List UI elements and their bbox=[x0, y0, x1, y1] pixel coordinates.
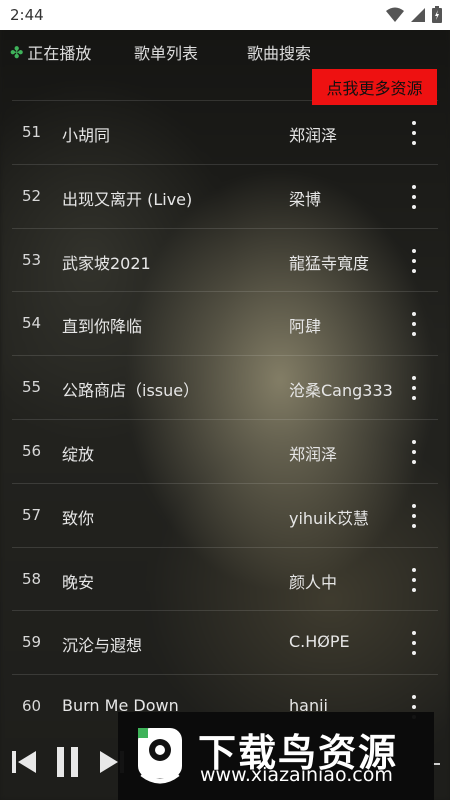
song-index: 55 bbox=[22, 378, 42, 397]
song-title: 晚安 bbox=[62, 572, 95, 592]
song-index: 56 bbox=[22, 441, 42, 460]
previous-icon[interactable] bbox=[10, 748, 38, 776]
song-title: 公路商店（issue） bbox=[62, 381, 200, 401]
song-title: 致你 bbox=[62, 508, 95, 528]
more-resources-button[interactable]: 点我更多资源 bbox=[312, 69, 437, 105]
song-row[interactable]: 55 公路商店（issue） 沧桑Cang333 bbox=[12, 355, 438, 419]
status-icons bbox=[386, 6, 442, 23]
song-index: 60 bbox=[22, 697, 42, 716]
more-vert-icon[interactable] bbox=[404, 312, 424, 337]
song-index: 57 bbox=[22, 505, 42, 524]
tab-song-search[interactable]: 歌曲搜索 bbox=[247, 40, 311, 64]
song-title: 沉沦与遐想 bbox=[62, 636, 143, 656]
battery-icon bbox=[432, 6, 442, 23]
song-title: 出现又离开 (Live) bbox=[62, 189, 193, 209]
watermark-banner: 下载鸟资源 www.xiazainiao.com bbox=[118, 712, 434, 800]
more-vert-icon[interactable] bbox=[404, 184, 424, 209]
song-title: 小胡同 bbox=[62, 126, 111, 145]
song-row[interactable]: 53 武家坡2021 龍猛寺寬度 bbox=[12, 227, 438, 292]
watermark-url: www.xiazainiao.com bbox=[200, 764, 393, 786]
song-artist: C.HØPE bbox=[289, 632, 350, 652]
wifi-icon bbox=[386, 7, 404, 22]
song-row[interactable]: 56 绽放 郑润泽 bbox=[12, 418, 438, 483]
song-index: 58 bbox=[22, 569, 42, 588]
song-row[interactable]: 58 晚安 颜人中 bbox=[12, 546, 438, 611]
more-vert-icon[interactable] bbox=[404, 567, 424, 592]
song-index: 51 bbox=[22, 123, 42, 141]
song-index: 53 bbox=[22, 250, 42, 269]
more-vert-icon[interactable] bbox=[404, 121, 424, 145]
status-time: 2:44 bbox=[10, 6, 44, 24]
song-title: 直到你降临 bbox=[62, 317, 143, 337]
playback-controls bbox=[10, 740, 126, 784]
tab-now-playing[interactable]: ✤ 正在播放 bbox=[10, 40, 91, 64]
song-artist: 龍猛寺寬度 bbox=[289, 253, 370, 273]
song-row[interactable]: 59 沉沦与遐想 C.HØPE bbox=[12, 610, 438, 674]
song-artist: 颜人中 bbox=[289, 572, 338, 592]
song-title: 绽放 bbox=[62, 444, 95, 464]
song-artist: 阿肆 bbox=[289, 317, 322, 337]
song-row[interactable]: 51 小胡同 郑润泽 bbox=[12, 100, 438, 164]
song-index: 59 bbox=[22, 633, 42, 652]
song-row[interactable]: 54 直到你降临 阿肆 bbox=[12, 291, 438, 355]
song-list: 51 小胡同 郑润泽 52 出现又离开 (Live) 梁博 53 武家坡2021… bbox=[12, 100, 438, 738]
more-vert-icon[interactable] bbox=[404, 503, 424, 528]
song-row[interactable]: 57 致你 yihuik苡慧 bbox=[12, 482, 438, 547]
song-index: 54 bbox=[22, 314, 42, 333]
status-bar: 2:44 bbox=[0, 0, 450, 30]
tab-playlist[interactable]: 歌单列表 bbox=[134, 40, 198, 64]
song-artist: 沧桑Cang333 bbox=[289, 381, 393, 401]
song-artist: 郑润泽 bbox=[289, 444, 338, 464]
song-row[interactable]: 52 出现又离开 (Live) 梁博 bbox=[12, 163, 438, 228]
signal-icon bbox=[411, 7, 425, 22]
song-artist: 梁博 bbox=[289, 189, 322, 209]
top-navigation: ✤ 正在播放 歌单列表 歌曲搜索 bbox=[0, 30, 450, 70]
tab-now-playing-label: 正在播放 bbox=[27, 44, 92, 63]
song-index: 52 bbox=[22, 186, 42, 205]
song-title: 武家坡2021 bbox=[62, 253, 151, 273]
song-artist: 郑润泽 bbox=[289, 126, 338, 145]
more-vert-icon[interactable] bbox=[404, 376, 424, 401]
song-artist: yihuik苡慧 bbox=[289, 508, 369, 528]
more-vert-icon[interactable] bbox=[404, 248, 424, 273]
clover-icon: ✤ bbox=[10, 42, 24, 62]
pause-icon[interactable] bbox=[54, 746, 82, 778]
more-vert-icon[interactable] bbox=[404, 631, 424, 656]
more-vert-icon[interactable] bbox=[404, 439, 424, 464]
bird-logo-icon bbox=[138, 728, 182, 784]
